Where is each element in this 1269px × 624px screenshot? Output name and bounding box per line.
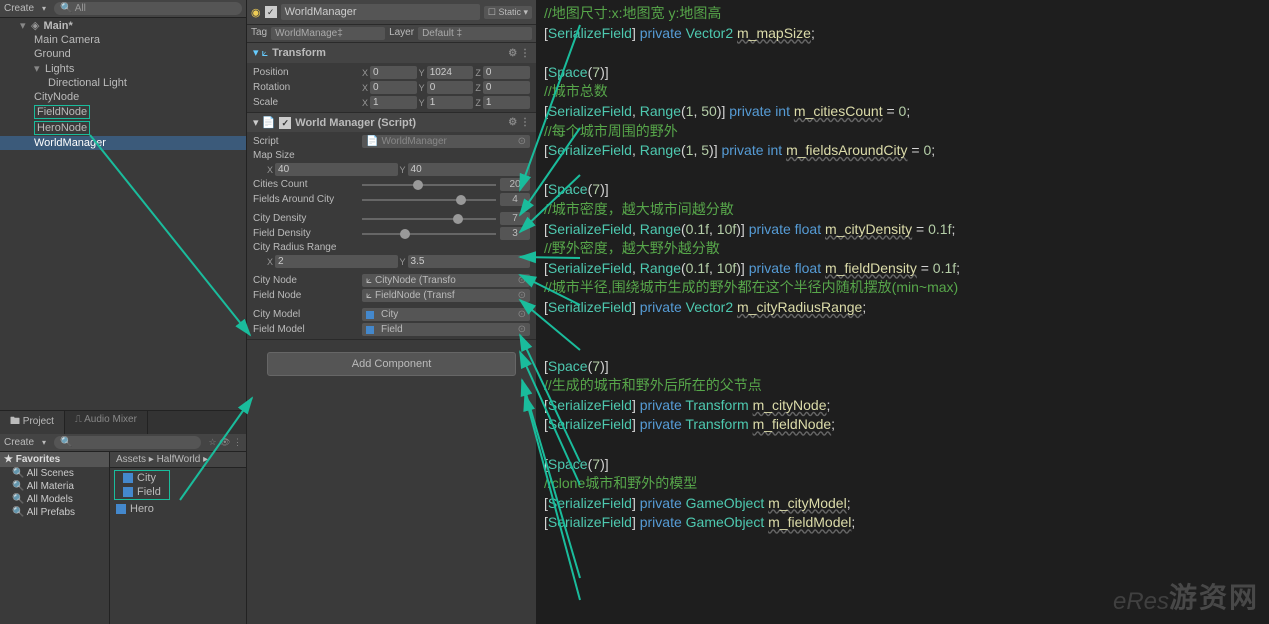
- static-toggle[interactable]: ☐ Static ▾: [484, 6, 532, 19]
- watermark: 游资网: [1169, 576, 1259, 616]
- scl-y-input[interactable]: 1: [427, 96, 474, 109]
- hierarchy-item[interactable]: FieldNode: [0, 104, 246, 120]
- scl-z-input[interactable]: 1: [483, 96, 530, 109]
- inspector-panel: ◉ ✓ WorldManager ☐ Static ▾ Tag WorldMan…: [246, 0, 536, 624]
- citynode-field[interactable]: ⟀ CityNode (Transfo⊙: [362, 274, 530, 287]
- asset-item[interactable]: City: [117, 471, 167, 485]
- fieldnode-label: Field Node: [253, 290, 358, 301]
- fac-slider[interactable]: [362, 199, 496, 201]
- cd-slider[interactable]: [362, 218, 496, 220]
- gear-icon[interactable]: ⚙ ⋮: [508, 117, 530, 128]
- fieldmodel-field[interactable]: Field⊙: [362, 323, 530, 336]
- tag-dropdown[interactable]: WorldManage‡: [271, 27, 385, 40]
- cd-label: City Density: [253, 213, 358, 224]
- hierarchy-item[interactable]: HeroNode: [0, 120, 246, 136]
- gameobject-name-input[interactable]: WorldManager: [281, 4, 480, 20]
- hierarchy-item[interactable]: Main Camera: [0, 33, 246, 47]
- cities-slider[interactable]: [362, 184, 496, 186]
- gear-icon[interactable]: ⚙ ⋮: [508, 48, 530, 59]
- project-panel: 🖿 Project ⎍ Audio Mixer Create▾ 🔍 ☆ 👁 ⋮ …: [0, 410, 246, 624]
- fac-label: Fields Around City: [253, 194, 358, 205]
- citynode-label: City Node: [253, 275, 358, 286]
- favorite-item[interactable]: 🔍 All Models: [0, 493, 109, 506]
- rotation-label: Rotation: [253, 82, 358, 93]
- rot-z-input[interactable]: 0: [483, 81, 530, 94]
- crr-label: City Radius Range: [253, 242, 358, 253]
- scene-root[interactable]: Main*: [0, 18, 246, 33]
- favorite-item[interactable]: 🔍 All Prefabs: [0, 506, 109, 519]
- create-menu[interactable]: Create: [4, 3, 34, 14]
- asset-item[interactable]: Hero: [110, 502, 246, 516]
- rot-y-input[interactable]: 0: [427, 81, 474, 94]
- fd-value[interactable]: 3: [500, 227, 530, 240]
- worldmanager-header[interactable]: ▾ 📄 ✓ World Manager (Script)⚙ ⋮: [247, 113, 536, 132]
- fd-label: Field Density: [253, 228, 358, 239]
- scl-x-input[interactable]: 1: [370, 96, 417, 109]
- mapsize-y-input[interactable]: 40: [408, 163, 530, 176]
- cities-value[interactable]: 20: [500, 178, 530, 191]
- fieldnode-field[interactable]: ⟀ FieldNode (Transf⊙: [362, 289, 530, 302]
- hierarchy-item[interactable]: CityNode: [0, 90, 246, 104]
- hierarchy-item[interactable]: Ground: [0, 47, 246, 61]
- project-search[interactable]: 🔍: [54, 436, 200, 449]
- transform-header[interactable]: ▾ ⟀ Transform⚙ ⋮: [247, 43, 536, 63]
- scale-label: Scale: [253, 97, 358, 108]
- fieldmodel-label: Field Model: [253, 324, 358, 335]
- cd-value[interactable]: 7: [500, 212, 530, 225]
- hierarchy-search[interactable]: 🔍 All: [54, 2, 242, 15]
- hierarchy-item[interactable]: Lights: [0, 61, 246, 76]
- favorite-item[interactable]: 🔍 All Scenes: [0, 467, 109, 480]
- layer-dropdown[interactable]: Default ‡: [418, 27, 532, 40]
- cities-label: Cities Count: [253, 179, 358, 190]
- mapsize-label: Map Size: [253, 150, 358, 161]
- pos-y-input[interactable]: 1024: [427, 66, 474, 79]
- active-checkbox[interactable]: ✓: [265, 6, 277, 18]
- pos-z-input[interactable]: 0: [483, 66, 530, 79]
- add-component-button[interactable]: Add Component: [267, 352, 516, 376]
- breadcrumb[interactable]: Assets ▸ HalfWorld ▸: [110, 452, 246, 468]
- watermark: eRes: [1113, 588, 1169, 616]
- pos-x-input[interactable]: 0: [370, 66, 417, 79]
- project-create-menu[interactable]: Create: [4, 437, 34, 448]
- favorite-item[interactable]: 🔍 All Materia: [0, 480, 109, 493]
- crr-x-input[interactable]: 2: [275, 255, 397, 268]
- position-label: Position: [253, 67, 358, 78]
- mapsize-x-input[interactable]: 40: [275, 163, 397, 176]
- rot-x-input[interactable]: 0: [370, 81, 417, 94]
- hierarchy-item[interactable]: Directional Light: [0, 76, 246, 90]
- fac-value[interactable]: 4: [500, 193, 530, 206]
- script-label: Script: [253, 136, 358, 147]
- tab-project[interactable]: 🖿 Project: [0, 411, 65, 434]
- crr-y-input[interactable]: 3.5: [408, 255, 530, 268]
- citymodel-field[interactable]: City⊙: [362, 308, 530, 321]
- citymodel-label: City Model: [253, 309, 358, 320]
- fd-slider[interactable]: [362, 233, 496, 235]
- hierarchy-panel: Create▾ 🔍 All Main* Main Camera Ground L…: [0, 0, 246, 410]
- favorites-header[interactable]: ★ Favorites: [0, 452, 109, 467]
- script-field[interactable]: 📄 WorldManager⊙: [362, 135, 530, 148]
- hierarchy-item-selected[interactable]: WorldManager: [0, 136, 246, 150]
- tag-label: Tag: [251, 27, 267, 40]
- layer-label: Layer: [389, 27, 414, 40]
- code-editor: //地图尺寸:x:地图宽 y:地图高 [SerializeField] priv…: [536, 0, 1269, 624]
- asset-item[interactable]: Field: [117, 485, 167, 499]
- tab-audiomixer[interactable]: ⎍ Audio Mixer: [65, 411, 148, 434]
